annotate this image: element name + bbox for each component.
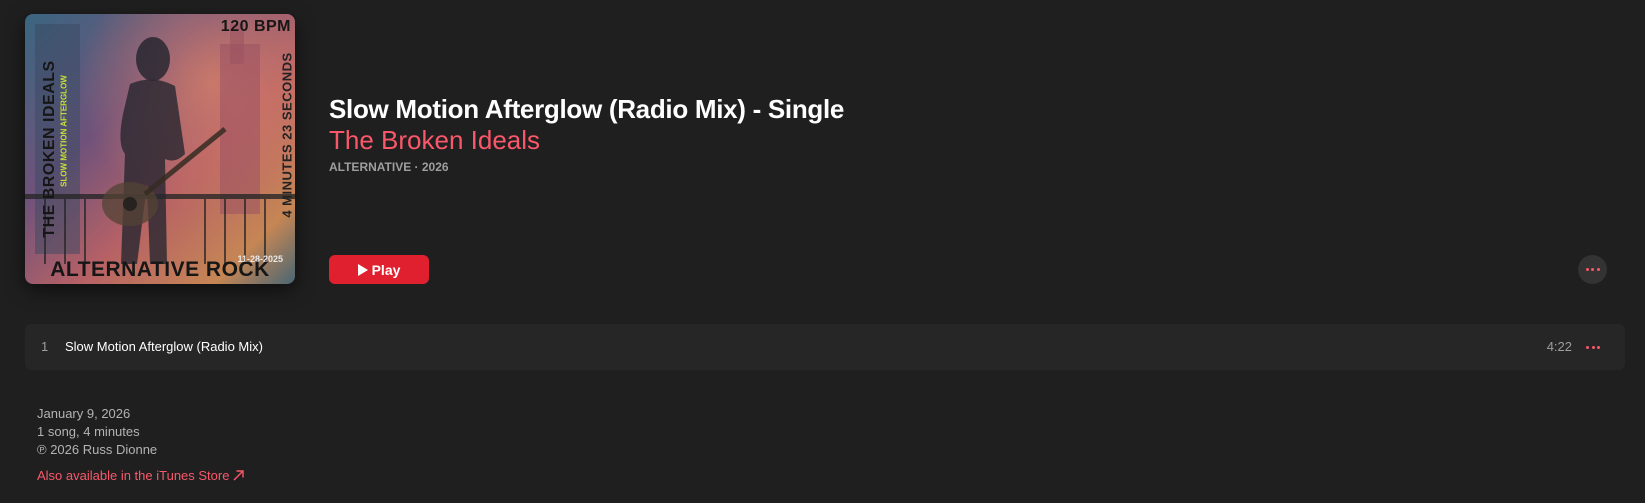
- artist-link[interactable]: The Broken Ideals: [329, 125, 540, 156]
- album-artwork[interactable]: 120 BPM THE BROKEN IDEALS SLOW MOTION AF…: [25, 14, 295, 284]
- artwork-song-text: SLOW MOTION AFTERGLOW: [59, 75, 69, 187]
- track-more-button[interactable]: [1583, 338, 1603, 356]
- copyright: ℗ 2026 Russ Dionne: [37, 442, 158, 457]
- external-arrow-icon: [233, 470, 245, 481]
- ellipsis-icon: [1585, 268, 1600, 271]
- track-row[interactable]: 1 Slow Motion Afterglow (Radio Mix) 4:22: [25, 324, 1625, 370]
- itunes-store-link[interactable]: Also available in the iTunes Store: [37, 468, 245, 483]
- play-button-label: Play: [371, 261, 401, 278]
- ellipsis-icon: [1586, 345, 1600, 349]
- track-duration: 4:22: [1546, 339, 1572, 354]
- play-button[interactable]: Play: [329, 255, 429, 284]
- artwork-band-text: THE BROKEN IDEALS: [41, 60, 58, 238]
- track-number: 1: [41, 339, 49, 354]
- album-footer: January 9, 2026 1 song, 4 minutes ℗ 2026…: [37, 405, 245, 483]
- album-more-button[interactable]: [1578, 255, 1607, 284]
- album-title: Slow Motion Afterglow (Radio Mix) - Sing…: [329, 94, 845, 124]
- artwork-bpm-text: 120 BPM: [220, 18, 291, 35]
- play-icon: [357, 263, 368, 276]
- track-title: Slow Motion Afterglow (Radio Mix): [65, 339, 263, 354]
- artwork-genre-text: ALTERNATIVE ROCK: [50, 258, 270, 281]
- genre-year-meta: ALTERNATIVE · 2026: [329, 160, 449, 174]
- artwork-duration-text: 4 MINUTES 23 SECONDS: [279, 52, 295, 218]
- itunes-store-link-label: Also available in the iTunes Store: [37, 468, 230, 483]
- release-date: January 9, 2026: [37, 406, 131, 421]
- album-summary: 1 song, 4 minutes: [37, 424, 140, 439]
